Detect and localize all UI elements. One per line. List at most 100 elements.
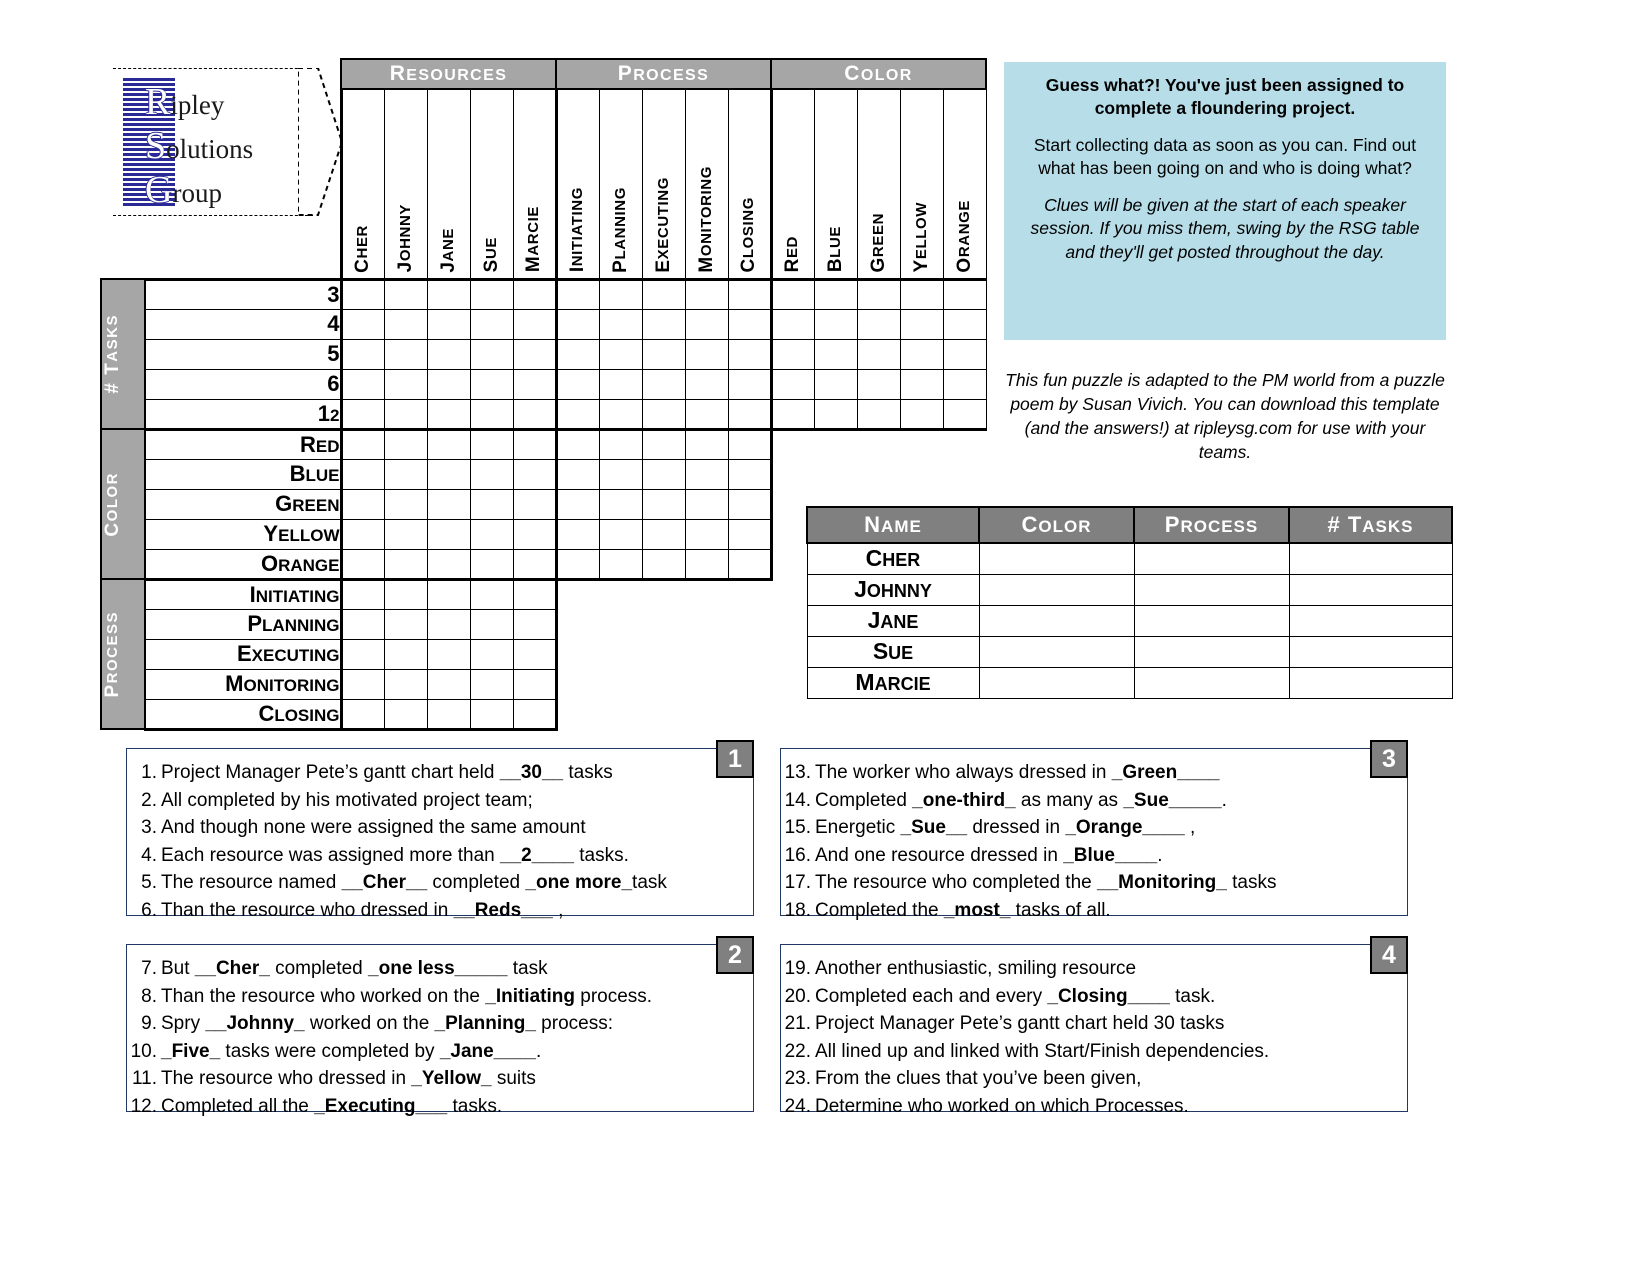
grid-cell[interactable] (598, 518, 643, 550)
grid-cell[interactable] (426, 427, 471, 460)
grid-cell[interactable] (512, 308, 558, 340)
grid-cell[interactable] (339, 548, 385, 581)
grid-row[interactable]: CLOSING (101, 698, 986, 731)
answer-cell-tasks[interactable] (1288, 604, 1453, 637)
answer-cell-color[interactable] (978, 573, 1135, 606)
grid-cell[interactable] (727, 338, 773, 370)
grid-cell[interactable] (684, 518, 729, 550)
grid-cell[interactable] (899, 338, 944, 370)
grid-cell[interactable] (641, 338, 686, 370)
grid-cell[interactable] (641, 488, 686, 520)
grid-cell[interactable] (339, 458, 385, 490)
grid-cell[interactable] (641, 308, 686, 340)
grid-cell[interactable] (512, 458, 558, 490)
grid-cell[interactable] (469, 458, 514, 490)
grid-cell[interactable] (512, 548, 558, 581)
grid-cell[interactable] (641, 427, 686, 460)
grid-cell[interactable] (598, 338, 643, 370)
grid-cell[interactable] (727, 427, 773, 460)
grid-cell[interactable] (383, 548, 428, 581)
grid-row[interactable]: 5 (101, 338, 987, 370)
grid-cell[interactable] (727, 308, 773, 340)
grid-cell[interactable] (426, 488, 471, 520)
grid-cell[interactable] (469, 488, 514, 520)
grid-cell[interactable] (383, 458, 428, 490)
answer-row[interactable]: JOHNNY (806, 573, 1453, 606)
grid-cell[interactable] (684, 308, 729, 340)
grid-cell[interactable] (813, 308, 858, 340)
answer-cell-color[interactable] (978, 635, 1135, 668)
grid-cell[interactable] (426, 608, 471, 640)
grid-cell[interactable] (727, 548, 773, 581)
grid-cell[interactable] (426, 368, 471, 400)
grid-cell[interactable] (426, 458, 471, 490)
grid-cell[interactable] (684, 398, 729, 431)
answer-cell-process[interactable] (1133, 573, 1290, 606)
grid-cell[interactable] (684, 368, 729, 400)
grid-cell[interactable] (770, 277, 815, 310)
grid-cell[interactable] (469, 398, 514, 431)
grid-cell[interactable] (856, 398, 901, 431)
grid-cell[interactable] (383, 488, 428, 520)
grid-cell[interactable] (555, 368, 600, 400)
grid-cell[interactable] (469, 698, 514, 731)
grid-cell[interactable] (383, 427, 428, 460)
grid-cell[interactable] (598, 427, 643, 460)
grid-cell[interactable] (383, 608, 428, 640)
grid-cell[interactable] (770, 368, 815, 400)
grid-cell[interactable] (641, 458, 686, 490)
grid-row[interactable]: 6 (101, 368, 987, 400)
grid-row[interactable]: BLUE (101, 458, 986, 490)
grid-cell[interactable] (555, 308, 600, 340)
grid-cell[interactable] (641, 548, 686, 581)
grid-cell[interactable] (383, 338, 428, 370)
grid-cell[interactable] (598, 277, 643, 310)
grid-cell[interactable] (339, 577, 385, 610)
grid-cell[interactable] (339, 698, 385, 731)
grid-cell[interactable] (383, 368, 428, 400)
grid-cell[interactable] (598, 488, 643, 520)
grid-cell[interactable] (426, 577, 471, 610)
grid-cell[interactable] (426, 518, 471, 550)
grid-cell[interactable] (770, 398, 815, 431)
grid-cell[interactable] (426, 277, 471, 310)
grid-cell[interactable] (426, 668, 471, 700)
grid-cell[interactable] (339, 398, 385, 431)
grid-cell[interactable] (856, 277, 901, 310)
grid-cell[interactable] (426, 698, 471, 731)
grid-cell[interactable] (383, 698, 428, 731)
grid-cell[interactable] (555, 548, 600, 581)
answer-cell-tasks[interactable] (1288, 573, 1453, 606)
grid-row[interactable]: 4 (101, 308, 987, 340)
grid-cell[interactable] (512, 488, 558, 520)
grid-cell[interactable] (555, 338, 600, 370)
grid-cell[interactable] (856, 368, 901, 400)
grid-cell[interactable] (555, 518, 600, 550)
answer-cell-color[interactable] (978, 666, 1135, 699)
grid-cell[interactable] (512, 427, 558, 460)
grid-cell[interactable] (512, 368, 558, 400)
grid-cell[interactable] (727, 458, 773, 490)
grid-cell[interactable] (555, 488, 600, 520)
answer-summary-table[interactable]: NAME COLOR PROCESS # TASKS CHER JOHNNY JAN… (806, 506, 1453, 699)
grid-cell[interactable] (813, 398, 858, 431)
answer-cell-color[interactable] (978, 604, 1135, 637)
grid-cell[interactable] (426, 398, 471, 431)
answer-cell-tasks[interactable] (1288, 542, 1453, 575)
grid-cell[interactable] (469, 608, 514, 640)
grid-cell[interactable] (469, 548, 514, 581)
grid-cell[interactable] (512, 577, 558, 610)
grid-cell[interactable] (339, 427, 385, 460)
grid-cell[interactable] (383, 638, 428, 670)
grid-cell[interactable] (383, 308, 428, 340)
grid-cell[interactable] (899, 308, 944, 340)
answer-row[interactable]: MARCIE (806, 666, 1453, 699)
grid-cell[interactable] (339, 338, 385, 370)
grid-cell[interactable] (339, 608, 385, 640)
grid-cell[interactable] (469, 277, 514, 310)
grid-cell[interactable] (512, 398, 558, 431)
grid-cell[interactable] (339, 518, 385, 550)
grid-cell[interactable] (469, 368, 514, 400)
grid-cell[interactable] (469, 427, 514, 460)
grid-cell[interactable] (727, 488, 773, 520)
